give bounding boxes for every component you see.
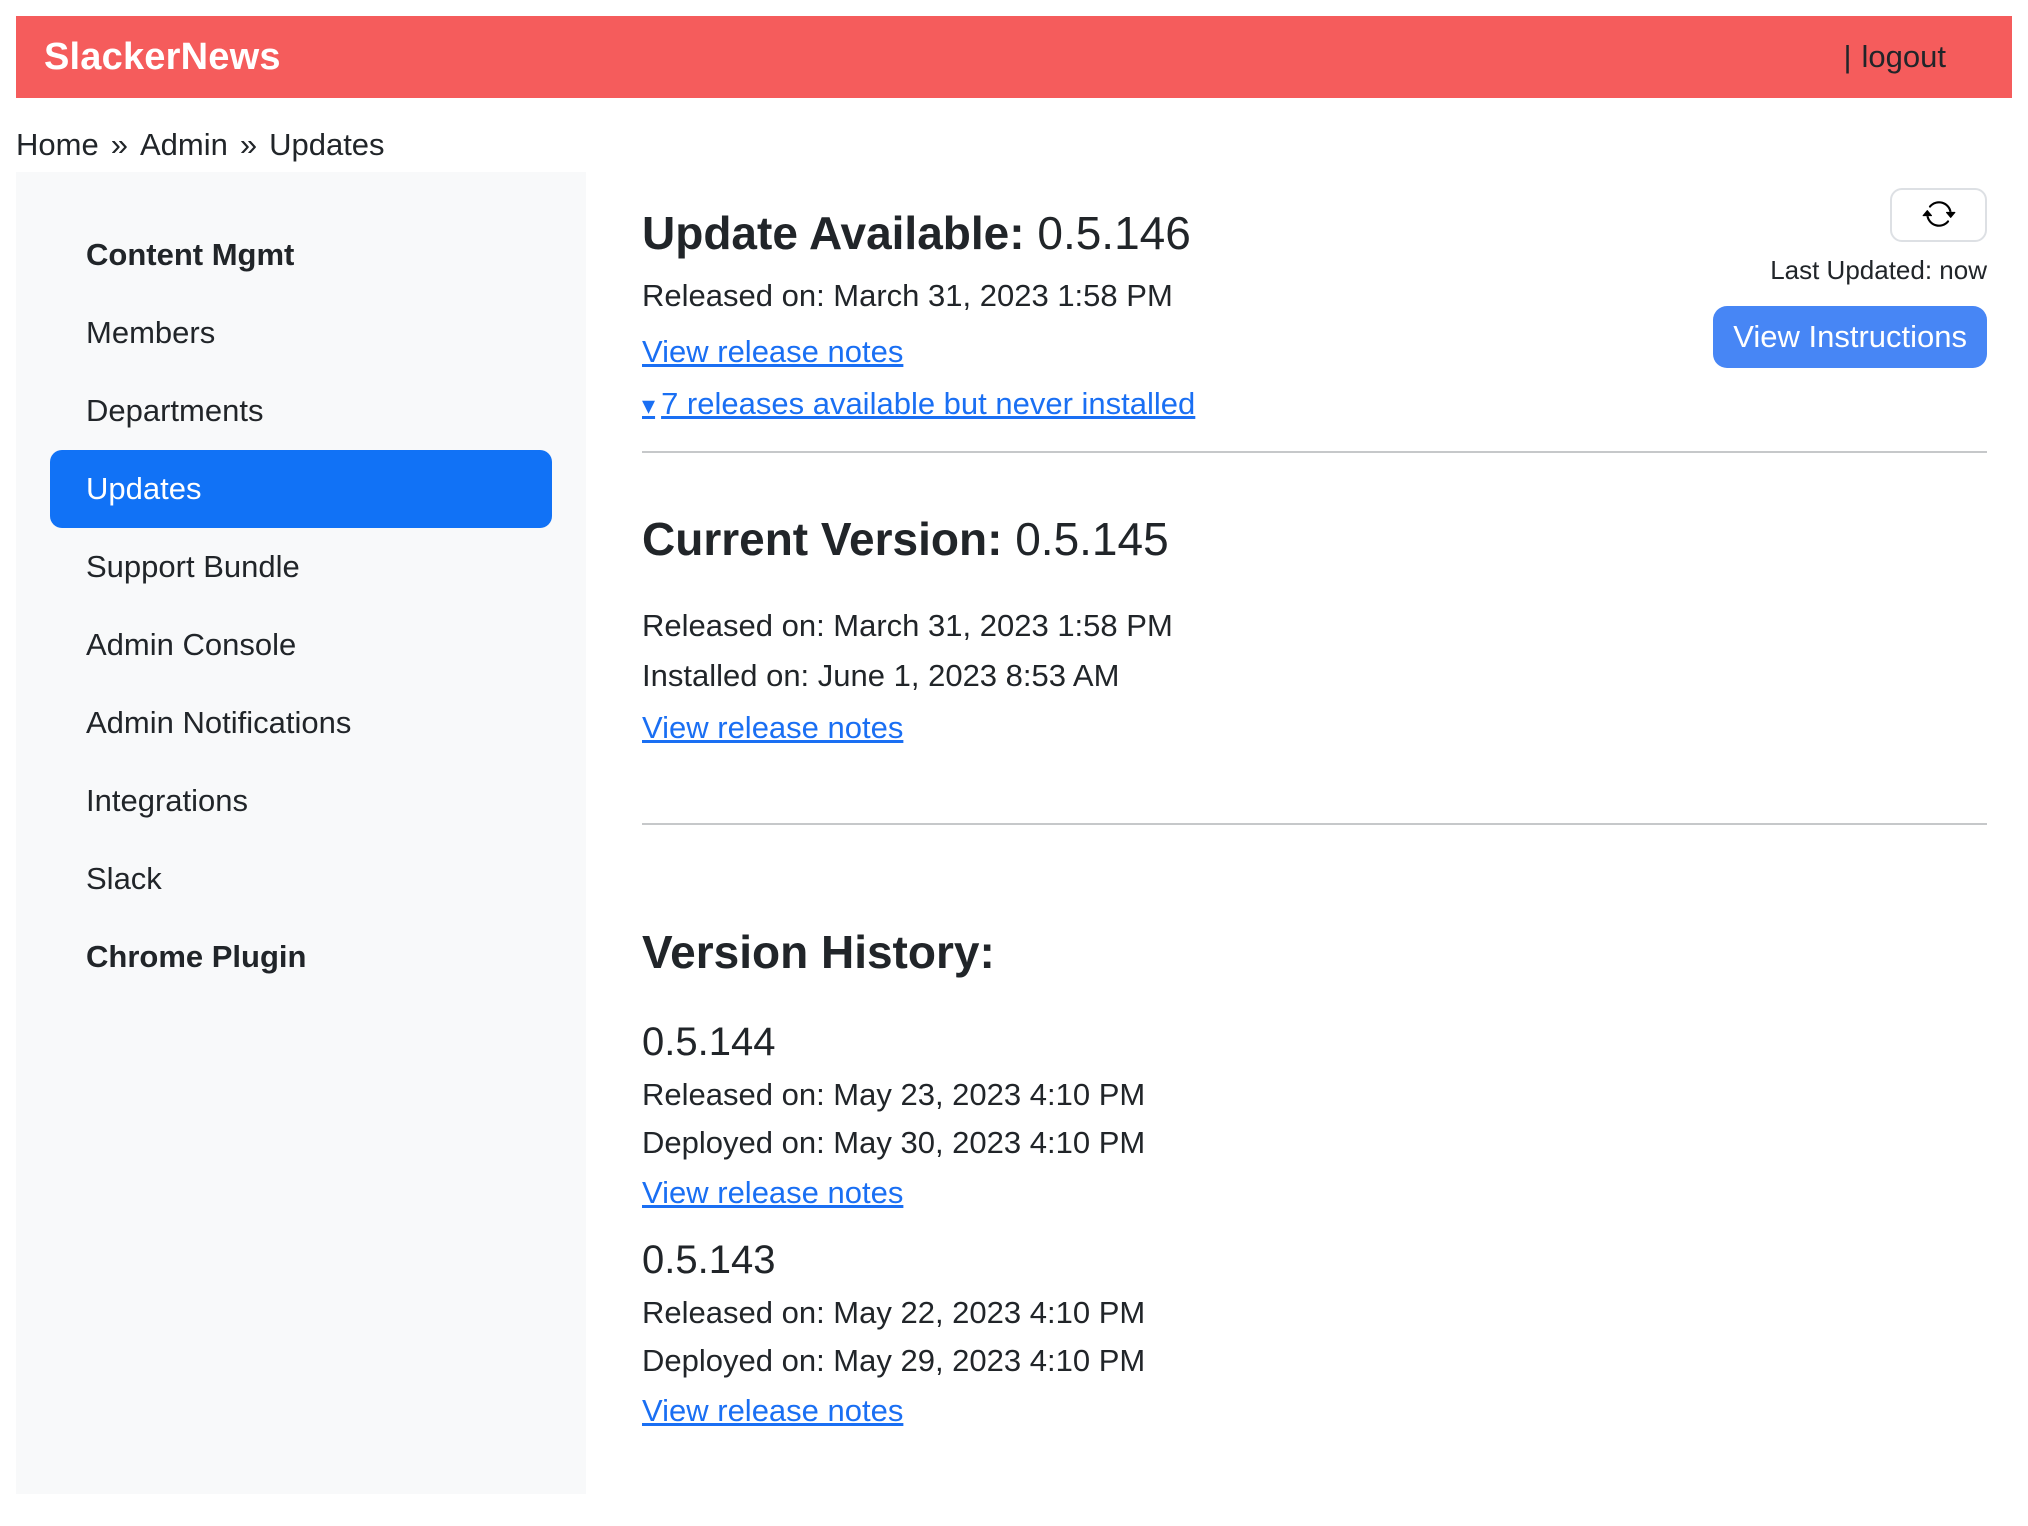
sidebar-item-slack[interactable]: Slack: [50, 840, 552, 918]
sidebar-item-content-mgmt[interactable]: Content Mgmt: [50, 216, 552, 294]
update-release-notes-link[interactable]: View release notes: [642, 333, 903, 371]
history-version-number: 0.5.143: [642, 1236, 1987, 1284]
sidebar-item-support-bundle[interactable]: Support Bundle: [50, 528, 552, 606]
version-history-entry: 0.5.143 Released on: May 22, 2023 4:10 P…: [642, 1236, 1987, 1430]
last-updated-text: Last Updated: now: [1770, 254, 1987, 286]
sidebar-item-updates[interactable]: Updates: [50, 450, 552, 528]
app-title: SlackerNews: [44, 36, 281, 79]
current-released-on: Released on: March 31, 2023 1:58 PM: [642, 607, 1987, 645]
history-released-on: Released on: May 23, 2023 4:10 PM: [642, 1076, 1987, 1114]
sidebar-item-members[interactable]: Members: [50, 294, 552, 372]
version-history-section: Version History: 0.5.144 Released on: Ma…: [642, 925, 1987, 1430]
sidebar-item-chrome-plugin[interactable]: Chrome Plugin: [50, 918, 552, 996]
app-header: SlackerNews | logout: [16, 16, 2012, 98]
current-version-heading: Current Version: 0.5.145: [642, 512, 1987, 567]
page-layout: Content Mgmt Members Departments Updates…: [16, 172, 2012, 1494]
current-release-notes-link[interactable]: View release notes: [642, 709, 903, 747]
breadcrumb-separator: »: [111, 126, 128, 164]
update-available-version: 0.5.146: [1037, 207, 1190, 259]
section-divider: [642, 451, 1987, 453]
history-deployed-on: Deployed on: May 29, 2023 4:10 PM: [642, 1342, 1987, 1380]
history-released-on: Released on: May 22, 2023 4:10 PM: [642, 1294, 1987, 1332]
breadcrumb-current-updates: Updates: [269, 126, 384, 164]
refresh-button[interactable]: [1890, 188, 1987, 242]
update-released-on: Released on: March 31, 2023 1:58 PM: [642, 277, 1195, 315]
breadcrumb-separator: »: [240, 126, 257, 164]
current-installed-on: Installed on: June 1, 2023 8:53 AM: [642, 657, 1987, 695]
sidebar-item-admin-console[interactable]: Admin Console: [50, 606, 552, 684]
history-deployed-on: Deployed on: May 30, 2023 4:10 PM: [642, 1124, 1987, 1162]
caret-down-icon: ▾: [642, 390, 655, 420]
breadcrumb: Home » Admin » Updates: [16, 126, 2028, 164]
history-release-notes-link[interactable]: View release notes: [642, 1174, 903, 1212]
update-available-heading: Update Available: 0.5.146: [642, 206, 1195, 261]
updates-page: Update Available: 0.5.146 Released on: M…: [642, 172, 2012, 1430]
history-release-notes-link[interactable]: View release notes: [642, 1392, 903, 1430]
view-instructions-button[interactable]: View Instructions: [1713, 306, 1987, 368]
pending-releases-label: 7 releases available but never installed: [661, 386, 1195, 421]
version-history-entry: 0.5.144 Released on: May 23, 2023 4:10 P…: [642, 1018, 1987, 1212]
pending-releases-link[interactable]: ▾7 releases available but never installe…: [642, 385, 1195, 424]
refresh-icon: [1922, 197, 1956, 234]
refresh-panel: Last Updated: now View Instructions: [1713, 188, 1987, 368]
update-available-row: Update Available: 0.5.146 Released on: M…: [642, 172, 1987, 424]
update-available-label: Update Available:: [642, 207, 1025, 259]
sidebar-item-integrations[interactable]: Integrations: [50, 762, 552, 840]
logout-area: | logout: [1843, 39, 1946, 75]
section-divider: [642, 823, 1987, 825]
breadcrumb-admin[interactable]: Admin: [140, 126, 228, 164]
version-history-heading: Version History:: [642, 925, 1987, 980]
sidebar-nav: Content Mgmt Members Departments Updates…: [50, 216, 552, 996]
breadcrumb-home[interactable]: Home: [16, 126, 99, 164]
update-available-section: Update Available: 0.5.146 Released on: M…: [642, 172, 1195, 424]
sidebar-item-admin-notifications[interactable]: Admin Notifications: [50, 684, 552, 762]
current-version-number: 0.5.145: [1015, 513, 1168, 565]
admin-sidebar: Content Mgmt Members Departments Updates…: [16, 172, 586, 1494]
current-version-section: Current Version: 0.5.145 Released on: Ma…: [642, 512, 1987, 747]
current-version-label: Current Version:: [642, 513, 1002, 565]
sidebar-item-departments[interactable]: Departments: [50, 372, 552, 450]
logout-link[interactable]: logout: [1862, 39, 1946, 75]
history-version-number: 0.5.144: [642, 1018, 1987, 1066]
logout-separator: |: [1843, 39, 1851, 75]
